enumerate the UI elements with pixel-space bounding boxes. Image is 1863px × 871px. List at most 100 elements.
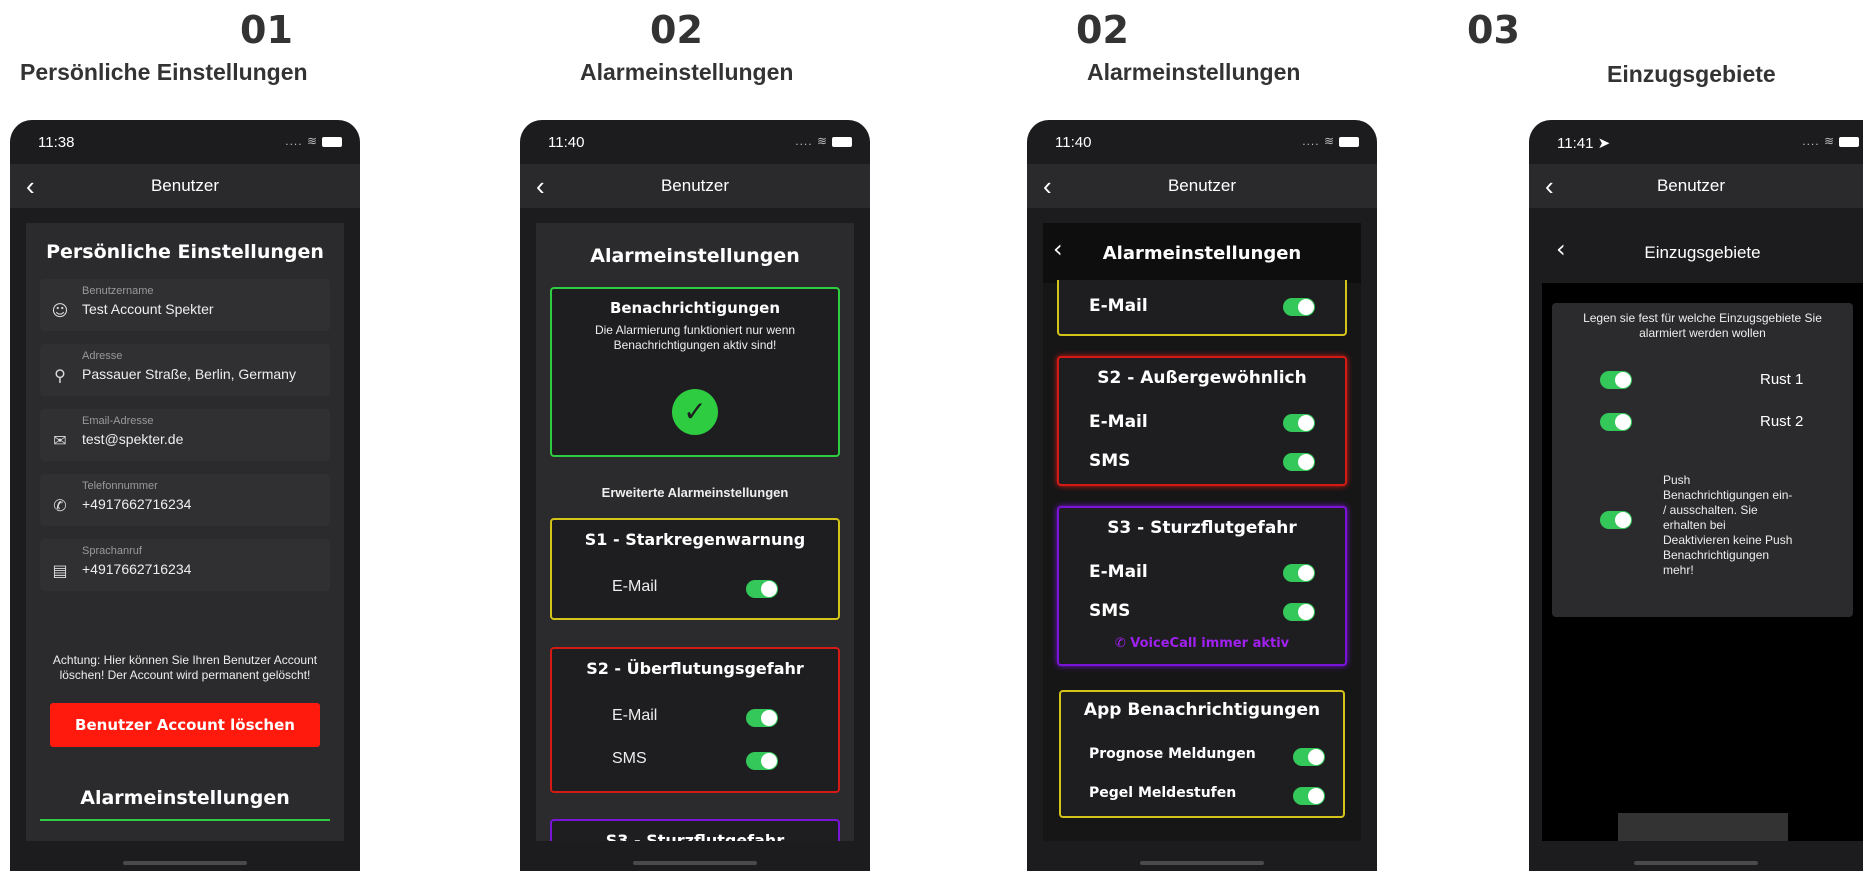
voicecall-field[interactable]: ▤ Sprachanruf +4917662716234 xyxy=(40,539,330,591)
s2-box: S2 - Überflutungsgefahr E-Mail SMS xyxy=(550,647,840,793)
s3-email-row: E-Mail xyxy=(1089,562,1315,586)
row-label: E-Mail xyxy=(1089,562,1148,582)
email-toggle[interactable] xyxy=(1283,298,1315,316)
s2-sms-row: SMS xyxy=(1089,451,1315,475)
s1-box: S1 - Starkregenwarnung E-Mail xyxy=(550,518,840,620)
signal-wifi-battery-icon: .... ≋ xyxy=(1802,134,1859,148)
phone-screen-catchment: 11:41 ➤ .... ≋ ‹ Benutzer ‹ Einzugsgebie… xyxy=(1529,120,1863,871)
next-section-title: Alarmeinstellungen xyxy=(80,787,290,809)
row-label: E-Mail xyxy=(1089,412,1148,432)
notification-title: Benachrichtigungen xyxy=(609,299,781,317)
sms-toggle[interactable] xyxy=(746,752,778,770)
rust2-toggle[interactable] xyxy=(1600,413,1632,431)
pegel-row: Pegel Meldestufen xyxy=(1089,785,1325,809)
phone-screen-alarm: 11:40 .... ≋ ‹ Benutzer Alarmeinstellung… xyxy=(520,120,870,871)
inner-header: ‹ Einzugsgebiete xyxy=(1542,223,1863,283)
step-caption-3: Alarmeinstellungen xyxy=(1087,59,1301,85)
inner-header: ‹ Alarmeinstellungen xyxy=(1043,223,1361,283)
email-toggle[interactable] xyxy=(746,580,778,598)
alarm-panel: Alarmeinstellungen Benachrichtigungen Di… xyxy=(536,223,854,841)
s2-box: S2 - Außergewöhnlich E-Mail SMS xyxy=(1057,356,1347,486)
mail-icon: ✉ xyxy=(53,431,67,450)
inner-title: Alarmeinstellungen xyxy=(1102,243,1302,264)
panel-title: Alarmeinstellungen xyxy=(590,245,800,267)
back-chevron-icon[interactable]: ‹ xyxy=(1043,164,1052,208)
s3-title: S3 - Sturzflutgefahr xyxy=(605,831,785,841)
back-chevron-icon[interactable]: ‹ xyxy=(536,164,545,208)
s3-title: S3 - Sturzflutgefahr xyxy=(1107,518,1297,538)
alarm-panel-scrolled: ‹ Alarmeinstellungen E-Mail S2 - Außerge… xyxy=(1043,223,1361,841)
step-number-3: 02 xyxy=(1076,8,1129,52)
nav-title: Benutzer xyxy=(150,176,220,195)
status-time: 11:40 xyxy=(548,134,585,151)
status-bar: 11:38 .... ≋ xyxy=(10,120,360,164)
step-caption-4: Einzugsgebiete xyxy=(1607,61,1776,87)
s1-email-row: E-Mail xyxy=(1089,296,1315,320)
nav-title: Benutzer xyxy=(1656,176,1726,195)
voicecall-label: VoiceCall immer aktiv xyxy=(1130,636,1290,651)
step-caption-2: Alarmeinstellungen xyxy=(580,59,794,85)
catchment-intro: Legen sie fest für welche Einzugsgebiete… xyxy=(1583,311,1822,340)
location-pin-icon: ⚲ xyxy=(54,366,66,385)
field-label: Benutzername xyxy=(82,285,154,297)
delete-account-button[interactable]: Benutzer Account löschen xyxy=(50,703,320,747)
status-bar: 11:41 ➤ .... ≋ xyxy=(1529,120,1863,164)
field-value: test@spekter.de xyxy=(82,431,184,447)
row-label: Pegel Meldestufen xyxy=(1089,785,1237,801)
s3-box-partial: S3 - Sturzflutgefahr xyxy=(550,819,840,841)
status-time: 11:38 xyxy=(38,134,75,151)
row-label: E-Mail xyxy=(612,578,658,595)
rust1-toggle[interactable] xyxy=(1600,371,1632,389)
settings-panel: Persönliche Einstellungen ☺ Benutzername… xyxy=(26,223,344,841)
app-notifications-box: App Benachrichtigungen Prognose Meldunge… xyxy=(1059,690,1345,818)
bottom-bar xyxy=(1618,813,1788,841)
phone-icon: ✆ xyxy=(53,496,67,515)
sms-toggle[interactable] xyxy=(1283,453,1315,471)
back-chevron-icon[interactable]: ‹ xyxy=(26,164,35,208)
field-label: Email-Adresse xyxy=(82,415,154,427)
field-label: Adresse xyxy=(82,350,123,362)
step-number-1: 01 xyxy=(240,8,293,52)
s1-email-row: E-Mail xyxy=(612,578,778,602)
email-toggle[interactable] xyxy=(746,709,778,727)
nav-bar: ‹ Benutzer xyxy=(10,164,360,208)
voicecall-note: ✆ VoiceCall immer aktiv xyxy=(1059,636,1345,651)
back-chevron-icon[interactable]: ‹ xyxy=(1545,164,1554,208)
status-bar: 11:40 .... ≋ xyxy=(520,120,870,164)
catchment-card: Legen sie fest für welche Einzugsgebiete… xyxy=(1552,303,1853,617)
field-value: Test Account Spekter xyxy=(82,301,214,317)
email-toggle[interactable] xyxy=(1283,564,1315,582)
phone-field[interactable]: ✆ Telefonnummer +4917662716234 xyxy=(40,474,330,526)
sms-toggle[interactable] xyxy=(1283,603,1315,621)
row-label: SMS xyxy=(612,750,647,767)
extended-settings-heading: Erweiterte Alarmeinstellungen xyxy=(601,485,789,500)
s3-box: S3 - Sturzflutgefahr E-Mail SMS ✆ VoiceC… xyxy=(1057,506,1347,666)
field-value: Passauer Straße, Berlin, Germany xyxy=(82,366,296,382)
s1-box-partial: E-Mail xyxy=(1057,280,1347,336)
s2-title: S2 - Überflutungsgefahr xyxy=(586,659,804,678)
nav-bar: ‹ Benutzer xyxy=(1027,164,1377,208)
notification-box: Benachrichtigungen Die Alarmierung funkt… xyxy=(550,287,840,457)
push-toggle[interactable] xyxy=(1600,511,1632,529)
nav-bar: ‹ Benutzer xyxy=(1529,164,1863,208)
section-divider xyxy=(40,819,330,821)
field-label: Telefonnummer xyxy=(82,480,158,492)
phone-screen-alarm-scrolled: 11:40 .... ≋ ‹ Benutzer ‹ Alarmeinstellu… xyxy=(1027,120,1377,871)
s2-email-row: E-Mail xyxy=(612,707,778,731)
nav-title: Benutzer xyxy=(660,176,730,195)
address-field[interactable]: ⚲ Adresse Passauer Straße, Berlin, Germa… xyxy=(40,344,330,396)
prognose-toggle[interactable] xyxy=(1293,748,1325,766)
pegel-toggle[interactable] xyxy=(1293,787,1325,805)
row-label: SMS xyxy=(1089,451,1131,471)
app-notifications-title: App Benachrichtigungen xyxy=(1083,700,1321,720)
email-toggle[interactable] xyxy=(1283,414,1315,432)
step-number-4: 03 xyxy=(1467,8,1520,52)
s2-title: S2 - Außergewöhnlich xyxy=(1097,368,1307,388)
phone-icon: ✆ xyxy=(1114,636,1126,651)
row-label: SMS xyxy=(1089,601,1131,621)
status-time: 11:41 ➤ xyxy=(1557,135,1611,152)
message-icon: ▤ xyxy=(52,561,68,580)
catchment-panel: ‹ Einzugsgebiete Legen sie fest für welc… xyxy=(1542,223,1863,841)
username-field[interactable]: ☺ Benutzername Test Account Spekter xyxy=(40,279,330,331)
email-field[interactable]: ✉ Email-Adresse test@spekter.de xyxy=(40,409,330,461)
